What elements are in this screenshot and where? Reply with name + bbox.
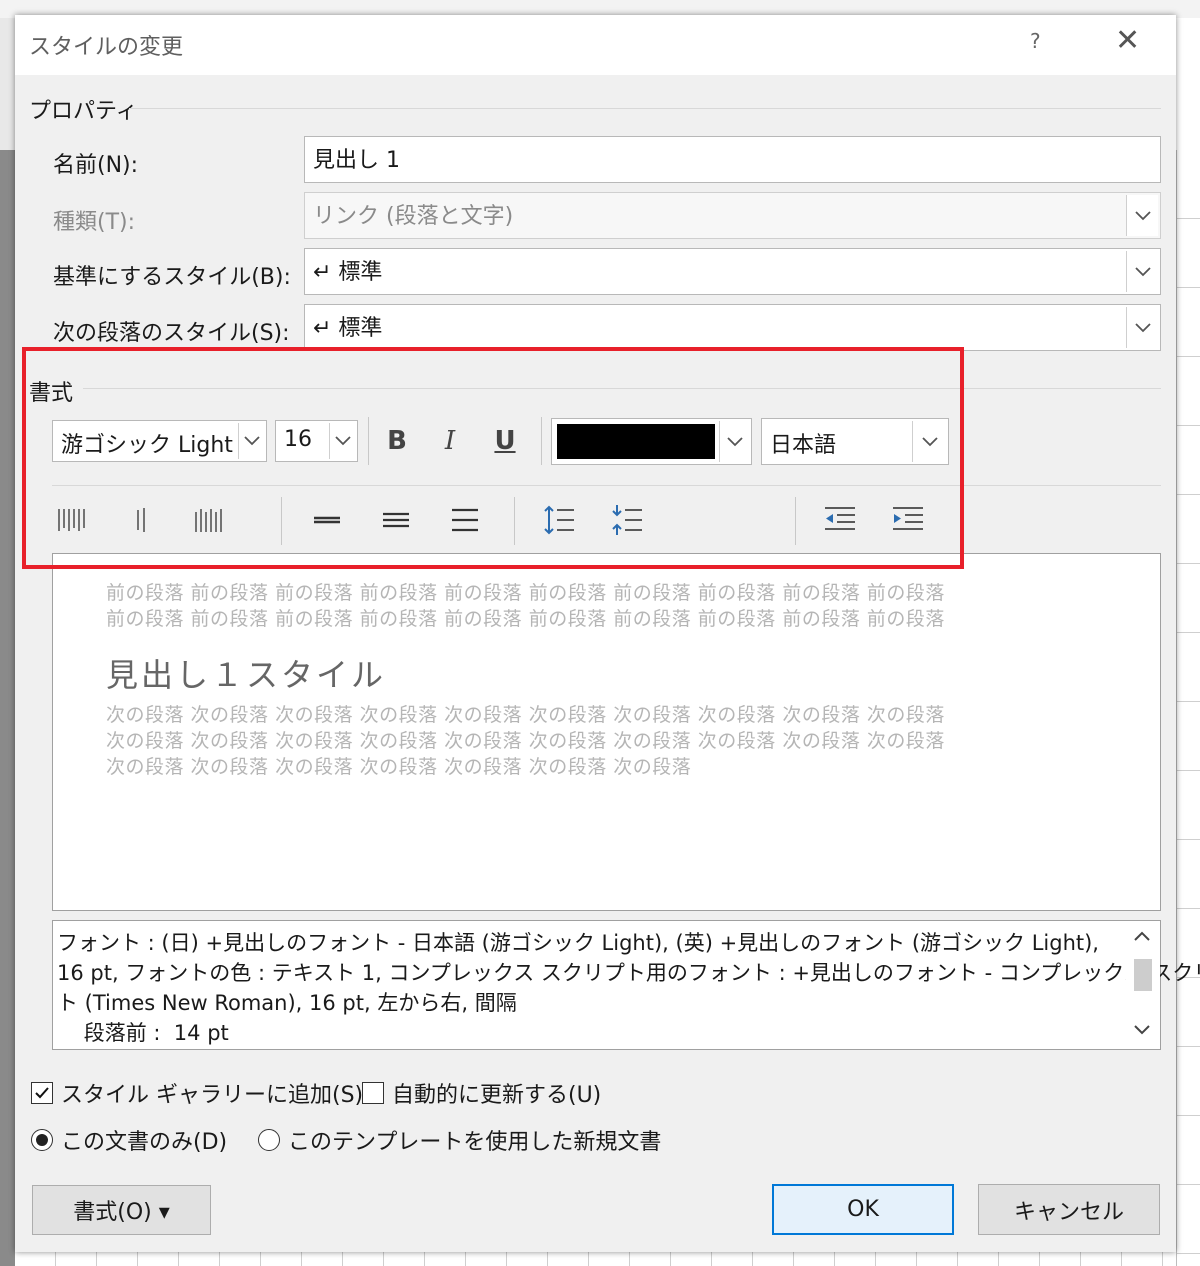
properties-section-label: プロパティ [29,99,138,124]
cancel-button[interactable]: キャンセル [978,1184,1160,1235]
auto-update-label: 自動的に更新する(U) [392,1083,602,1108]
preview-previous-paragraph: 前の段落 前の段落 前の段落 前の段落 前の段落 前の段落 前の段落 前の段落 … [106,608,945,630]
help-button[interactable]: ? [1030,29,1041,53]
based-on-value: ↵ 標準 [313,260,383,285]
radio-unselected-icon [258,1129,280,1151]
auto-update-checkbox[interactable]: 自動的に更新する(U) [362,1077,601,1109]
background-grid [1176,150,1200,1266]
add-to-gallery-checkbox[interactable]: スタイル ギャラリーに追加(S) [31,1077,363,1109]
title-bar: スタイルの変更 ? ✕ [15,15,1176,75]
preview-previous-paragraph: 前の段落 前の段落 前の段落 前の段落 前の段落 前の段落 前の段落 前の段落 … [106,582,945,604]
background-bottom-grid [15,1252,1176,1266]
style-description: フォント : (日) +見出しのフォント - 日本語 (游ゴシック Light)… [52,920,1200,1050]
new-documents-radio[interactable]: このテンプレートを使用した新規文書 [258,1124,661,1156]
modify-style-dialog: スタイルの変更 ? ✕ プロパティ 名前(N): 見出し 1 種類(T): リン… [15,15,1200,1252]
format-menu-button[interactable]: 書式(O) ▾ [32,1185,211,1235]
style-preview: 前の段落 前の段落 前の段落 前の段落 前の段落 前の段落 前の段落 前の段落 … [52,553,1161,911]
radio-selected-icon [31,1129,53,1151]
next-style-value: ↵ 標準 [313,316,383,341]
type-label: 種類(T): [53,210,136,235]
preview-next-paragraph: 次の段落 次の段落 次の段落 次の段落 次の段落 次の段落 次の段落 [106,756,692,778]
chevron-down-icon [1126,251,1158,292]
based-on-select[interactable]: ↵ 標準 [304,248,1161,295]
chevron-down-icon [1126,195,1158,236]
scroll-up-icon[interactable] [1133,927,1151,946]
description-line: 16 pt, フォントの色 : テキスト 1, コンプレックス スクリプト用のフ… [57,961,1200,985]
description-scrollbar[interactable] [1126,921,1160,1049]
next-style-label: 次の段落のスタイル(S): [53,321,290,346]
type-select[interactable]: リンク (段落と文字) [304,192,1161,239]
next-style-select[interactable]: ↵ 標準 [304,304,1161,351]
preview-next-paragraph: 次の段落 次の段落 次の段落 次の段落 次の段落 次の段落 次の段落 次の段落 … [106,704,945,726]
description-line: 段落前 : 14 pt [57,1021,229,1045]
add-to-gallery-label: スタイル ギャラリーに追加(S) [61,1083,364,1108]
name-value: 見出し 1 [313,148,400,173]
preview-next-paragraph: 次の段落 次の段落 次の段落 次の段落 次の段落 次の段落 次の段落 次の段落 … [106,730,945,752]
background-left-ruler [0,150,15,1266]
name-label: 名前(N): [53,153,139,178]
checkbox-checked-icon [31,1082,53,1104]
ok-button[interactable]: OK [772,1184,954,1235]
new-documents-label: このテンプレートを使用した新規文書 [288,1130,662,1155]
highlight-frame [22,347,964,569]
properties-divider [129,108,1161,109]
dialog-title: スタイルの変更 [29,35,184,60]
scroll-thumb[interactable] [1134,959,1152,991]
chevron-down-icon [1126,307,1158,348]
description-line: フォント : (日) +見出しのフォント - 日本語 (游ゴシック Light)… [57,931,1099,955]
this-document-only-radio[interactable]: この文書のみ(D) [31,1124,227,1156]
preview-heading: 見出し１スタイル [106,656,387,694]
checkbox-unchecked-icon [362,1082,384,1104]
close-button[interactable]: ✕ [1115,23,1140,58]
this-document-only-label: この文書のみ(D) [61,1130,228,1155]
type-value: リンク (段落と文字) [313,204,514,229]
based-on-label: 基準にするスタイル(B): [53,265,291,290]
description-line: ト (Times New Roman), 16 pt, 左から右, 間隔 [57,991,517,1015]
scroll-down-icon[interactable] [1133,1021,1151,1040]
name-input[interactable]: 見出し 1 [304,136,1161,183]
